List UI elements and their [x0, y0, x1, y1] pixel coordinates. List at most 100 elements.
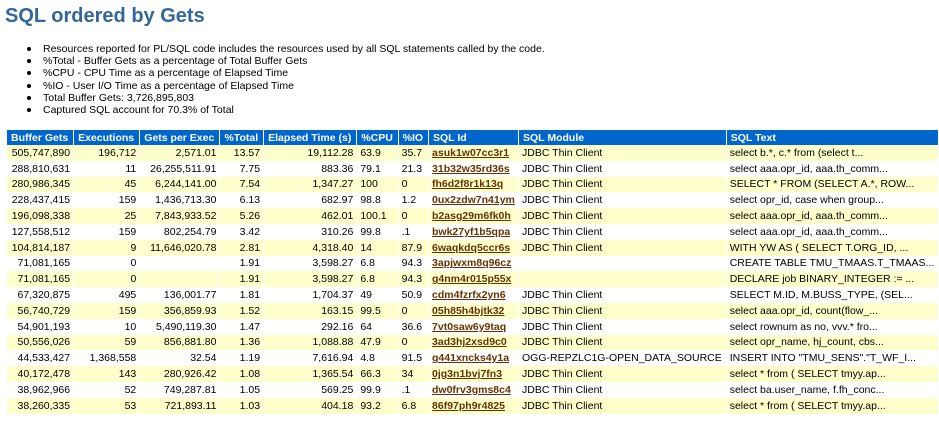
note-item: %CPU - CPU Time as a percentage of Elaps… [26, 67, 545, 79]
cell-pct-total: 1.91 [220, 255, 264, 272]
sql-id-link[interactable]: g4nm4r015p55x [432, 273, 511, 285]
table-row: 50,556,026 59 856,881.80 1.36 1,088.88 47.9 0 3… [7, 334, 938, 351]
table-row: 38,260,335 53 721,893.11 1.03 404.18 93.2 6.8 8… [7, 397, 938, 414]
cell-gets-per-exec: 856,881.80 [140, 334, 220, 351]
cell-sql-module [519, 255, 726, 272]
sql-id-link[interactable]: dw0frv3gms8c4 [432, 384, 511, 396]
cell-buffer-gets: 67,320,875 [7, 287, 74, 303]
cell-buffer-gets: 127,558,512 [7, 223, 74, 240]
sql-id-link[interactable]: asuk1w07cc3r1 [432, 147, 509, 159]
cell-sql-text: select aaa.opr_id, aaa.th_comm... [726, 208, 938, 224]
cell-pct-total: 1.19 [220, 350, 264, 367]
cell-sql-module [519, 271, 726, 288]
sql-id-link[interactable]: 05h85h4bjtk32 [432, 305, 504, 317]
cell-buffer-gets: 280,986,345 [7, 176, 74, 193]
cell-pct-cpu: 14 [357, 239, 398, 256]
cell-buffer-gets: 38,260,335 [7, 397, 74, 414]
cell-pct-cpu: 98.8 [357, 192, 398, 209]
cell-gets-per-exec: 6,244,141.00 [140, 176, 220, 193]
cell-sql-text: select * from ( SELECT tmyy.ap... [726, 366, 938, 382]
cell-pct-io: .1 [398, 381, 429, 398]
cell-pct-cpu: 63.9 [357, 145, 398, 161]
cell-sql-id: 0ux2zdw7n41ym [429, 192, 519, 209]
sql-id-link[interactable]: 0jg3n1bvj7fn3 [432, 368, 502, 380]
table-row: 56,740,729 159 356,859.93 1.52 163.15 99.5 0 05… [7, 302, 938, 319]
cell-pct-cpu: 99.5 [357, 302, 398, 319]
cell-pct-io: 34 [398, 366, 429, 382]
cell-pct-io: 36.6 [398, 318, 429, 335]
cell-sql-module: JDBC Thin Client [519, 145, 726, 161]
sql-id-link[interactable]: 86f97ph9r4825 [432, 400, 505, 412]
sql-id-link[interactable]: bwk27yf1b5qpa [432, 226, 510, 238]
cell-sql-id: 6waqkdq5ccr6s [429, 239, 519, 256]
table-header-row: Buffer Gets Executions Gets per Exec %Total… [7, 130, 938, 145]
cell-sql-id: 05h85h4bjtk32 [429, 302, 519, 319]
note-item: Resources reported for PL/SQL code inclu… [26, 43, 545, 55]
cell-sql-text: select b.*, c.* from (select t... [726, 145, 938, 161]
sql-id-link[interactable]: 6waqkdq5ccr6s [432, 242, 510, 254]
cell-elapsed-time: 1,347.27 [264, 176, 357, 193]
cell-executions: 1,368,558 [74, 350, 140, 367]
sql-id-link[interactable]: 0ux2zdw7n41ym [432, 194, 515, 206]
table-row: 505,747,890 196,712 2,571.01 13.57 19,112.28… [7, 145, 938, 161]
cell-sql-module: JDBC Thin Client [519, 176, 726, 193]
cell-pct-total: 1.36 [220, 334, 264, 351]
cell-gets-per-exec: 5,490,119.30 [140, 318, 220, 335]
cell-elapsed-time: 883.36 [264, 160, 357, 177]
sql-id-link[interactable]: fh6d2f8r1k13q [432, 178, 503, 190]
cell-sql-id: 31b32w35rd36s [429, 160, 519, 177]
cell-buffer-gets: 196,098,338 [7, 208, 74, 224]
cell-elapsed-time: 569.25 [264, 381, 357, 398]
cell-sql-text: SELECT M.ID, M.BUSS_TYPE, (SEL... [726, 287, 938, 303]
sql-id-link[interactable]: 31b32w35rd36s [432, 163, 510, 175]
cell-sql-id: 86f97ph9r4825 [429, 397, 519, 414]
sql-id-link[interactable]: 7vt0saw6y9taq [432, 321, 506, 333]
cell-pct-total: 6.13 [220, 192, 264, 209]
note-item: Total Buffer Gets: 3,726,895,803 [26, 92, 545, 104]
page-title: SQL ordered by Gets [5, 5, 205, 27]
sql-id-link[interactable]: b2asg29m6fk0h [432, 210, 511, 222]
sql-id-link[interactable]: g441xncks4y1a [432, 352, 509, 364]
cell-sql-module: JDBC Thin Client [519, 239, 726, 256]
cell-sql-text: select ba.user_name, f.fh_conc... [726, 381, 938, 398]
cell-buffer-gets: 56,740,729 [7, 302, 74, 319]
cell-pct-io: .1 [398, 223, 429, 240]
cell-executions: 159 [74, 192, 140, 209]
cell-pct-io: 0 [398, 208, 429, 224]
cell-pct-io: 1.2 [398, 192, 429, 209]
sql-id-link[interactable]: 3apjwxm8q96cz [432, 257, 511, 269]
cell-executions: 0 [74, 271, 140, 288]
cell-pct-cpu: 100 [357, 176, 398, 193]
table-row: 228,437,415 159 1,436,713.30 6.13 682.97 98.8… [7, 192, 938, 209]
cell-executions: 0 [74, 255, 140, 272]
cell-buffer-gets: 50,556,026 [7, 334, 74, 351]
cell-buffer-gets: 505,747,890 [7, 145, 74, 161]
cell-elapsed-time: 1,704.37 [264, 287, 357, 303]
cell-gets-per-exec: 2,571.01 [140, 145, 220, 161]
cell-sql-text: select * from ( SELECT tmyy.ap... [726, 397, 938, 414]
header-sql-id: SQL Id [429, 130, 519, 145]
cell-pct-cpu: 79.1 [357, 160, 398, 177]
cell-sql-module: OGG-REPZLC1G-OPEN_DATA_SOURCE [519, 350, 726, 367]
cell-sql-text: INSERT INTO "TMU_SENS"."T_WF_I... [726, 350, 938, 367]
cell-buffer-gets: 71,081,165 [7, 271, 74, 288]
cell-executions: 59 [74, 334, 140, 351]
cell-pct-io: 35.7 [398, 145, 429, 161]
cell-elapsed-time: 3,598.27 [264, 255, 357, 272]
header-elapsed-time: Elapsed Time (s) [264, 130, 357, 145]
cell-pct-io: 0 [398, 302, 429, 319]
sql-id-link[interactable]: 3ad3hj2xsd9c0 [432, 336, 507, 348]
sql-by-gets-table: Buffer Gets Executions Gets per Exec %Total… [6, 130, 939, 414]
notes-list: Resources reported for PL/SQL code inclu… [26, 43, 545, 116]
cell-sql-id: fh6d2f8r1k13q [429, 176, 519, 193]
header-sql-module: SQL Module [519, 130, 726, 145]
cell-elapsed-time: 4,318.40 [264, 239, 357, 256]
cell-sql-id: bwk27yf1b5qpa [429, 223, 519, 240]
cell-elapsed-time: 404.18 [264, 397, 357, 414]
cell-pct-io: 94.3 [398, 255, 429, 272]
table-row: 38,962,966 52 749,287.81 1.05 569.25 99.9.1 dw… [7, 381, 938, 398]
cell-executions: 53 [74, 397, 140, 414]
sql-id-link[interactable]: cdm4fzrfx2yn6 [432, 289, 506, 301]
header-gets-per-exec: Gets per Exec [140, 130, 220, 145]
cell-elapsed-time: 292.16 [264, 318, 357, 335]
